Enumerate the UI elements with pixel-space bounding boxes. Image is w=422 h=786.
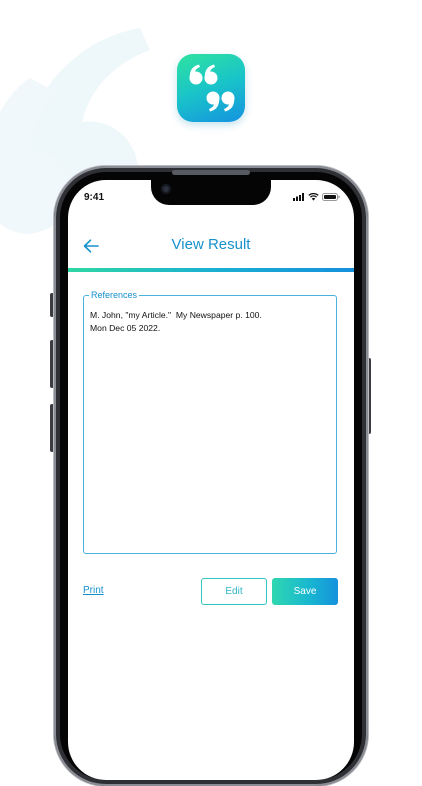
battery-icon xyxy=(322,193,340,201)
page-title: View Result xyxy=(171,236,251,253)
references-label: References xyxy=(89,290,140,301)
references-field[interactable]: References M. John, "my Article." My New… xyxy=(83,290,337,554)
print-link[interactable]: Print xyxy=(83,585,104,596)
status-icons xyxy=(293,193,340,201)
status-time: 9:41 xyxy=(84,192,105,203)
phone-speaker xyxy=(172,170,250,175)
phone-screen: 9:41 View Result References M. John, "my… xyxy=(68,180,354,780)
edit-button[interactable]: Edit xyxy=(201,578,267,605)
references-text[interactable]: M. John, "my Article." My Newspaper p. 1… xyxy=(90,309,330,335)
app-icon xyxy=(177,54,245,122)
quote-marks-icon xyxy=(189,64,235,112)
reference-line: Mon Dec 05 2022. xyxy=(90,323,161,333)
reference-line: M. John, "my Article." My Newspaper p. 1… xyxy=(90,310,262,320)
wifi-icon xyxy=(308,193,319,201)
save-button[interactable]: Save xyxy=(272,578,338,605)
signal-icon xyxy=(293,193,304,201)
phone-notch xyxy=(151,180,271,205)
front-camera xyxy=(161,184,171,194)
header-gradient-bar xyxy=(68,268,354,272)
phone-frame: 9:41 View Result References M. John, "my… xyxy=(54,166,368,786)
